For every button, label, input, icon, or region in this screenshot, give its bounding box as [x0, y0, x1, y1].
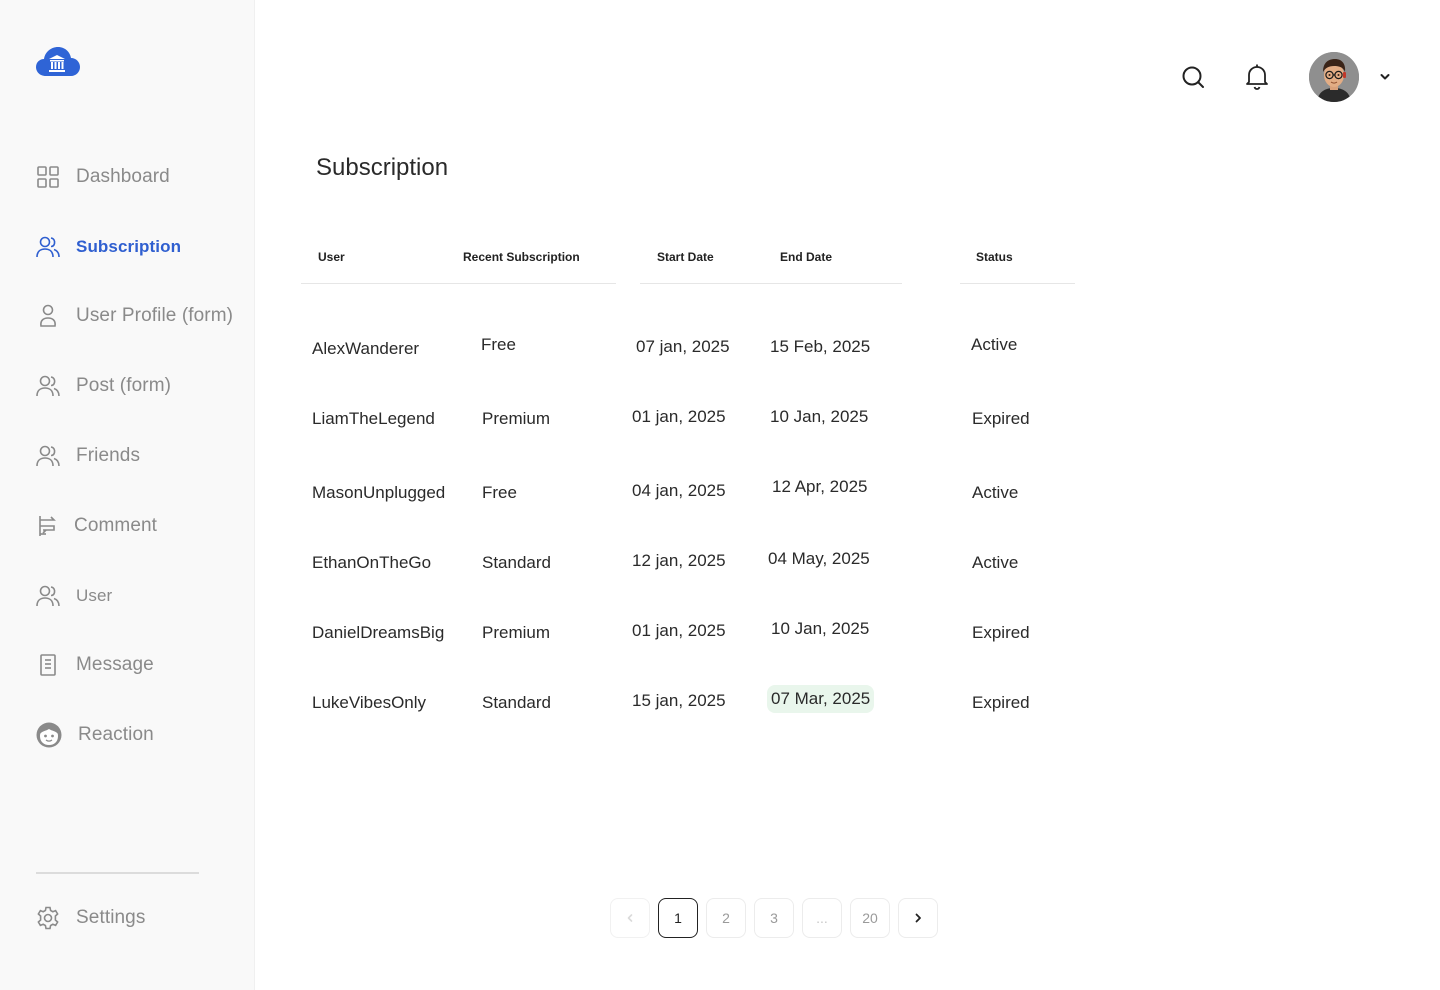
cell-status: Active: [972, 553, 1019, 572]
prev-page-button[interactable]: [610, 898, 650, 938]
sidebar-item-dashboard[interactable]: Dashboard: [36, 162, 170, 192]
sidebar-item-label: Reaction: [78, 724, 154, 745]
face-icon: [36, 722, 62, 748]
sidebar-item-label: Post (form): [76, 375, 172, 396]
sidebar: Dashboard Subscription User Profile (for…: [0, 0, 255, 990]
column-header-user[interactable]: User: [318, 250, 345, 264]
column-header-start-date[interactable]: Start Date: [657, 250, 714, 264]
sidebar-item-label: Comment: [74, 515, 158, 536]
sidebar-item-user-profile[interactable]: User Profile (form): [36, 301, 233, 331]
page-title: Subscription: [316, 154, 449, 181]
cell-start-date: 07 jan, 2025: [636, 337, 730, 356]
settings-label: Settings: [76, 907, 146, 928]
sidebar-item-comment[interactable]: Comment: [36, 511, 157, 541]
bell-icon[interactable]: [1244, 63, 1270, 91]
header-divider: [301, 283, 616, 284]
column-header-end-date[interactable]: End Date: [780, 250, 832, 264]
comment-icon: [36, 514, 60, 538]
sidebar-item-label: User: [76, 586, 113, 605]
gear-icon: [36, 906, 60, 930]
cell-end-date: 10 Jan, 2025: [771, 619, 870, 638]
users-icon: [36, 235, 60, 259]
sidebar-item-label: Dashboard: [76, 166, 170, 187]
cell-user: AlexWanderer: [312, 339, 420, 358]
cell-plan: Standard: [482, 693, 551, 712]
sidebar-item-user[interactable]: User: [36, 581, 112, 611]
cell-status: Expired: [972, 693, 1030, 712]
sidebar-item-label: Friends: [76, 445, 141, 466]
cell-user: LukeVibesOnly: [312, 693, 427, 712]
cell-plan: Free: [482, 483, 517, 502]
avatar[interactable]: [1309, 52, 1359, 102]
header-divider: [960, 283, 1075, 284]
sidebar-item-label: Message: [76, 654, 154, 675]
cell-start-date: 12 jan, 2025: [632, 551, 726, 570]
cell-start-date: 15 jan, 2025: [632, 691, 726, 710]
cell-user: EthanOnTheGo: [312, 553, 432, 572]
chevron-right-icon: [915, 913, 921, 923]
cell-plan: Free: [481, 335, 516, 354]
app-logo-icon[interactable]: [36, 46, 80, 78]
column-header-recent-subscription[interactable]: Recent Subscription: [463, 250, 580, 264]
sidebar-item-label: Subscription: [76, 237, 182, 256]
header-divider: [640, 283, 902, 284]
cell-user: DanielDreamsBig: [312, 623, 445, 642]
cell-status: Active: [972, 483, 1019, 502]
sidebar-item-subscription[interactable]: Subscription: [36, 232, 181, 262]
column-header-status[interactable]: Status: [976, 250, 1013, 264]
cell-end-date-highlighted: 07 Mar, 2025: [767, 685, 875, 713]
chevron-left-icon: [627, 914, 633, 922]
cell-plan: Standard: [482, 553, 551, 572]
grid-icon: [36, 165, 60, 189]
cell-end-date: 15 Feb, 2025: [770, 337, 871, 356]
cell-start-date: 04 jan, 2025: [632, 481, 726, 500]
document-icon: [36, 653, 60, 677]
next-page-button[interactable]: [898, 898, 938, 938]
cell-start-date: 01 jan, 2025: [632, 407, 726, 426]
users-icon: [36, 444, 60, 468]
cell-status: Expired: [972, 409, 1030, 428]
sidebar-item-label: User Profile (form): [76, 305, 234, 326]
cell-plan: Premium: [482, 623, 551, 642]
search-icon[interactable]: [1180, 64, 1206, 90]
page-ellipsis: ...: [802, 898, 842, 938]
cell-end-date: 04 May, 2025: [768, 549, 870, 568]
user-icon: [36, 304, 60, 328]
sidebar-divider: [36, 872, 199, 874]
cell-status: Expired: [972, 623, 1030, 642]
cell-status: Active: [971, 335, 1018, 354]
page-button-1[interactable]: 1: [658, 898, 698, 938]
sidebar-item-message[interactable]: Message: [36, 650, 154, 680]
cell-start-date: 01 jan, 2025: [632, 621, 726, 640]
page-button-20[interactable]: 20: [850, 898, 890, 938]
sidebar-item-settings[interactable]: Settings: [36, 903, 145, 933]
users-icon: [36, 374, 60, 398]
page-button-2[interactable]: 2: [706, 898, 746, 938]
sidebar-item-reaction[interactable]: Reaction: [36, 720, 154, 750]
page-button-3[interactable]: 3: [754, 898, 794, 938]
chevron-down-icon[interactable]: [1378, 70, 1392, 84]
cell-end-date: 12 Apr, 2025: [772, 477, 868, 496]
cell-end-date: 10 Jan, 2025: [770, 407, 869, 426]
users-icon: [36, 584, 60, 608]
cell-user: LiamTheLegend: [312, 409, 435, 428]
sidebar-item-friends[interactable]: Friends: [36, 441, 140, 471]
cell-user: MasonUnplugged: [312, 483, 446, 502]
sidebar-item-post[interactable]: Post (form): [36, 371, 171, 401]
cell-plan: Premium: [482, 409, 551, 428]
